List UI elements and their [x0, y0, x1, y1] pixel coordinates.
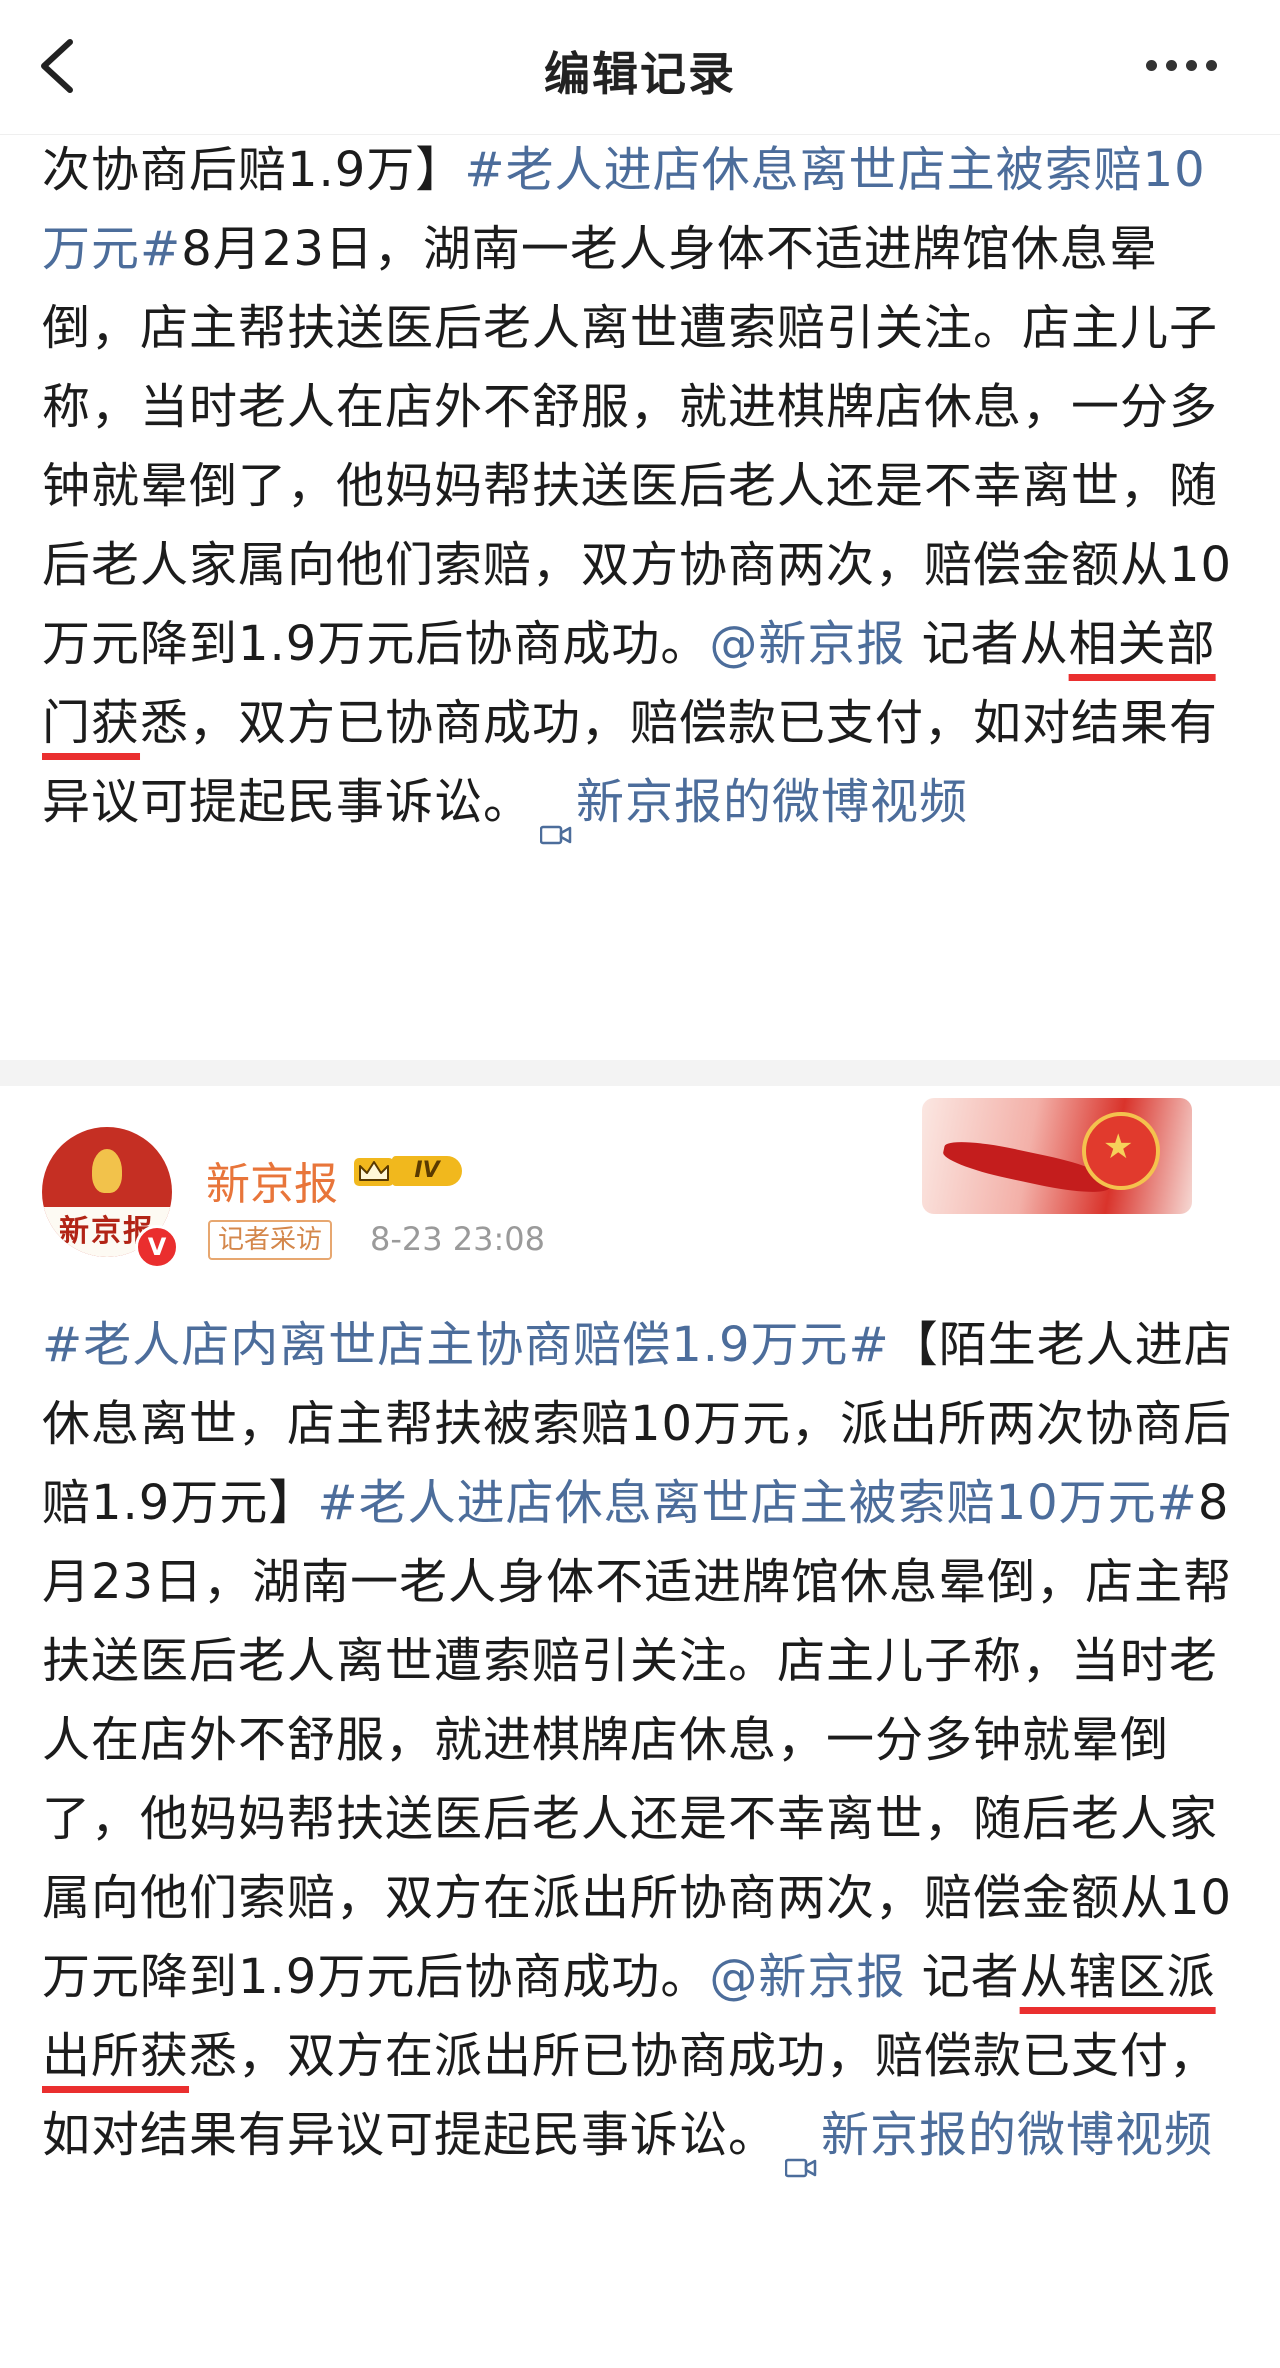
emblem-icon: ★	[1082, 1112, 1160, 1190]
level-badge[interactable]: IV	[352, 1152, 464, 1190]
level-label: IV	[392, 1156, 462, 1186]
more-dot	[1186, 60, 1197, 71]
post-text-segment: 8月23日，湖南一老人身体不适进牌馆休息晕倒，店主帮扶送医后老人离世遭索赔引关注…	[42, 1475, 1233, 2005]
mention-link[interactable]: @新京报	[709, 1949, 905, 2005]
section-divider	[0, 1060, 1280, 1086]
source-tag: 记者采访	[208, 1220, 333, 1260]
hashtag-link[interactable]: #老人店内离世店主协商赔偿1.9万元#	[42, 1317, 890, 1373]
post-text-segment: 记者	[905, 1949, 1020, 2005]
video-link[interactable]: 新京报的微博视频	[821, 2107, 1213, 2163]
post-text-segment: 记者从	[905, 616, 1069, 672]
flame-logo-icon	[92, 1149, 122, 1193]
post-text-segment: 8月23日，湖南一老人身体不适进牌馆休息晕倒，店主帮扶送医后老人离世遭索赔引关注…	[42, 221, 1233, 672]
post-body-current: #老人店内离世店主协商赔偿1.9万元#【陌生老人进店休息离世，店主帮扶被索赔10…	[42, 1306, 1242, 2178]
page-title: 编辑记录	[544, 47, 736, 101]
author-name[interactable]: 新京报	[206, 1148, 338, 1212]
star-icon: ★	[1103, 1127, 1134, 1167]
video-camera-icon	[784, 2124, 817, 2178]
video-link[interactable]: 新京报的微博视频	[576, 774, 968, 830]
more-button[interactable]	[1146, 56, 1236, 76]
verified-badge-icon: V	[135, 1225, 179, 1269]
post-text-segment: 次协商后赔1.9万】	[42, 142, 465, 198]
video-camera-icon	[539, 791, 572, 845]
more-dots-icon	[1146, 60, 1157, 71]
more-dot	[1206, 60, 1217, 71]
post-body-previous: 次协商后赔1.9万】#老人进店休息离世店主被索赔10万元#8月23日，湖南一老人…	[42, 131, 1242, 845]
more-dot	[1166, 60, 1177, 71]
post-timestamp: 8-23 23:08	[370, 1220, 546, 1258]
mention-link[interactable]: @新京报	[709, 616, 905, 672]
hashtag-link[interactable]: #老人进店休息离世店主被索赔10万元#	[317, 1475, 1198, 1531]
top-nav-bar: 编辑记录	[0, 0, 1280, 135]
decorative-card: ★	[922, 1098, 1192, 1214]
